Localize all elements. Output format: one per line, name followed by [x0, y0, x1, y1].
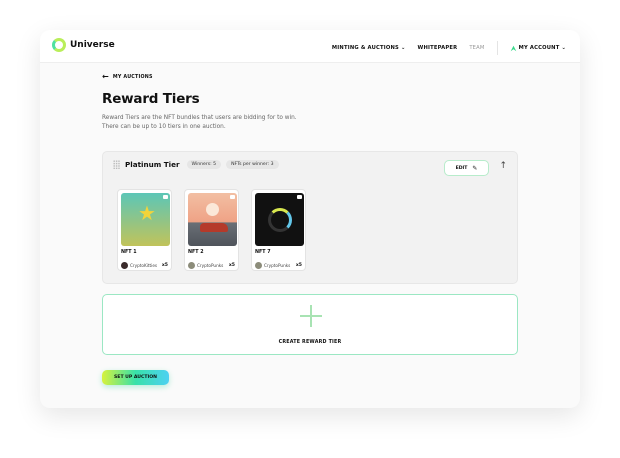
description-line-2: There can be up to 10 tiers in one aucti…: [102, 124, 226, 130]
nft-card[interactable]: ★ NFT 1 CryptoKitties x5: [117, 189, 172, 271]
chevron-down-icon: ⌄: [401, 45, 406, 51]
app-window: Universe MINTING & AUCTIONS ⌄ WHITEPAPER…: [40, 30, 580, 408]
nav-whitepaper[interactable]: WHITEPAPER: [418, 45, 458, 51]
nft-name: NFT 2: [188, 250, 204, 255]
nav-divider: [496, 41, 498, 55]
top-nav: Universe MINTING & AUCTIONS ⌄ WHITEPAPER…: [40, 30, 580, 63]
page-description: Reward Tiers are the NFT bundles that us…: [102, 114, 362, 132]
nft-owner: CryptoKitties x5: [121, 262, 168, 269]
edit-tier-button[interactable]: EDIT ✎: [444, 160, 489, 176]
account-icon: [510, 45, 516, 51]
avatar: [188, 262, 195, 269]
nft-card[interactable]: NFT 7 CryptoPunks x5: [251, 189, 306, 271]
ring-shape: [268, 208, 292, 232]
drag-handle-icon[interactable]: [113, 160, 120, 169]
owner-name: CryptoKitties: [130, 263, 158, 268]
car-shape: [200, 223, 228, 232]
back-link[interactable]: ← MY AUCTIONS: [102, 72, 518, 81]
owner-name: CryptoPunks: [264, 263, 291, 268]
nav-minting-auctions[interactable]: MINTING & AUCTIONS ⌄: [332, 45, 406, 51]
nft-quantity: x5: [161, 263, 168, 268]
nav-team[interactable]: TEAM: [469, 45, 484, 51]
nft-quantity: x5: [228, 263, 235, 268]
nft-thumbnail: [255, 193, 304, 246]
page-title: Reward Tiers: [102, 91, 200, 107]
video-icon: [230, 195, 235, 199]
nft-thumbnail: ★: [121, 193, 170, 246]
create-reward-tier-label: CREATE REWARD TIER: [278, 340, 342, 345]
avatar: [255, 262, 262, 269]
arrow-left-icon: ←: [102, 72, 109, 81]
nav-links: MINTING & AUCTIONS ⌄ WHITEPAPER TEAM MY …: [320, 41, 566, 55]
nav-minting-label: MINTING & AUCTIONS: [331, 45, 399, 51]
back-link-label: MY AUCTIONS: [112, 74, 153, 80]
nft-thumbnail: [188, 193, 237, 246]
nav-account-label: MY ACCOUNT: [518, 45, 560, 51]
video-icon: [163, 195, 168, 199]
nft-card[interactable]: NFT 2 CryptoPunks x5: [184, 189, 239, 271]
edit-label: EDIT: [455, 165, 468, 171]
tier-header: Platinum Tier Winners: 5 NFTs per winner…: [113, 160, 279, 169]
nft-owner: CryptoPunks x5: [188, 262, 235, 269]
nav-team-label: TEAM: [469, 45, 485, 51]
description-line-1: Reward Tiers are the NFT bundles that us…: [102, 115, 297, 121]
nav-my-account[interactable]: MY ACCOUNT ⌄: [510, 45, 566, 52]
star-character-icon: ★: [138, 201, 156, 225]
universe-logo-icon: [52, 38, 66, 52]
create-reward-tier-button[interactable]: CREATE REWARD TIER: [102, 294, 518, 355]
nft-owner: CryptoPunks x5: [255, 262, 302, 269]
owner-name: CryptoPunks: [197, 263, 224, 268]
reward-tier-card: Platinum Tier Winners: 5 NFTs per winner…: [102, 151, 518, 284]
arrow-up-icon[interactable]: ↑: [499, 161, 507, 171]
chevron-down-icon: ⌄: [561, 45, 566, 51]
avatar: [121, 262, 128, 269]
main-content: ← MY AUCTIONS Reward Tiers Reward Tiers …: [102, 72, 518, 385]
nft-name: NFT 7: [255, 250, 271, 255]
nft-card-list: ★ NFT 1 CryptoKitties x5 NFT 2 CryptoPun…: [117, 189, 306, 271]
set-up-auction-button[interactable]: SET UP AUCTION: [102, 370, 169, 385]
sun-shape: [206, 203, 219, 216]
video-icon: [297, 195, 302, 199]
nft-quantity: x5: [295, 263, 302, 268]
plus-icon: [300, 305, 322, 327]
tier-name: Platinum Tier: [125, 160, 180, 169]
nfts-per-winner-badge: NFTs per winner: 3: [226, 160, 279, 169]
pencil-icon: ✎: [472, 164, 478, 172]
logo[interactable]: Universe: [52, 38, 115, 52]
winners-badge: Winners: 5: [186, 160, 222, 169]
nav-whitepaper-label: WHITEPAPER: [417, 45, 458, 51]
brand-name: Universe: [70, 40, 115, 50]
nft-name: NFT 1: [121, 250, 137, 255]
